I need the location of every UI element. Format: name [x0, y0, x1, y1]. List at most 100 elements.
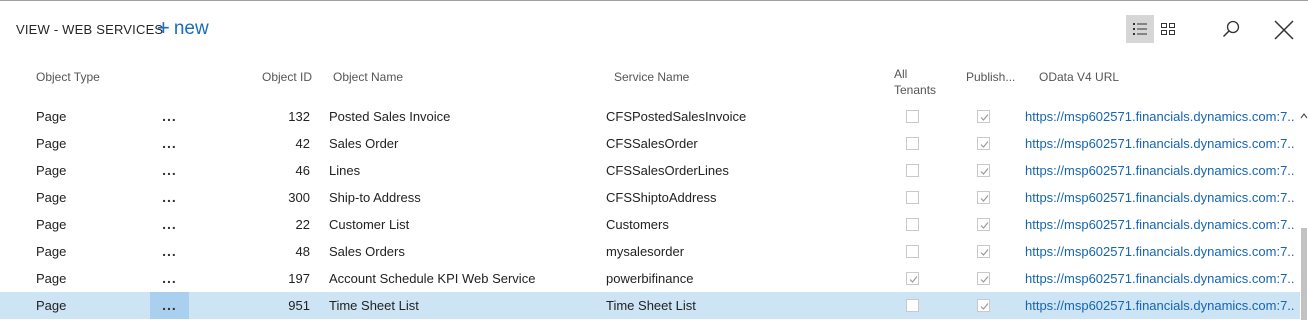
column-header-object-name[interactable]: Object Name: [333, 69, 403, 85]
cell-object-id: 197: [288, 271, 310, 286]
close-button[interactable]: [1268, 14, 1300, 46]
row-actions-button[interactable]: ...: [150, 265, 189, 292]
search-icon: [1222, 20, 1240, 38]
row-actions-button[interactable]: ...: [150, 184, 189, 211]
published-checkbox[interactable]: [977, 299, 990, 312]
published-checkbox[interactable]: [977, 191, 990, 204]
column-header-odata-url[interactable]: OData V4 URL: [1039, 69, 1119, 85]
published-checkbox[interactable]: [977, 110, 990, 123]
all-tenants-checkbox[interactable]: [906, 191, 919, 204]
cell-service-name[interactable]: mysalesorder: [606, 238, 876, 265]
cell-all-tenants: [906, 103, 920, 130]
table-row[interactable]: Page... 48 Sales Orders mysalesorder https:/…: [0, 238, 1300, 265]
cell-object-type: Page: [36, 217, 67, 232]
list-view-button[interactable]: [1126, 15, 1154, 43]
checkmark-icon: [980, 114, 989, 121]
published-checkbox[interactable]: [977, 137, 990, 150]
cell-object-type: Page: [36, 190, 67, 205]
cell-object-type: Page: [36, 271, 67, 286]
published-checkbox[interactable]: [977, 164, 990, 177]
cell-service-name[interactable]: Customers: [606, 211, 876, 238]
cell-object-name: Ship-to Address: [329, 190, 421, 205]
plus-icon: +: [157, 15, 170, 40]
table-row[interactable]: Page... 22 Customer List Customers https://m…: [0, 211, 1300, 238]
cell-object-type: Page: [36, 298, 67, 313]
column-header-all-tenants-line2: Tenants: [894, 83, 937, 97]
odata-url-link[interactable]: https://msp602571.financials.dynamics.co…: [1025, 103, 1294, 130]
row-actions-button[interactable]: ...: [150, 292, 189, 319]
row-actions-button[interactable]: ...: [150, 238, 189, 265]
checkmark-icon: [980, 276, 989, 283]
cell-object-type: Page: [36, 109, 67, 124]
column-header-published[interactable]: Publish...: [966, 69, 1015, 85]
all-tenants-checkbox[interactable]: [906, 245, 919, 258]
published-checkbox[interactable]: [977, 245, 990, 258]
cell-object-name: Customer List: [329, 217, 410, 232]
column-header-object-id[interactable]: Object ID: [262, 69, 312, 85]
vertical-scrollbar[interactable]: [1300, 103, 1308, 320]
cell-published: [977, 103, 991, 130]
scroll-up-arrow[interactable]: [1300, 108, 1308, 119]
cell-object-name: Sales Order: [329, 136, 399, 151]
cell-all-tenants: [906, 265, 920, 292]
cell-service-name[interactable]: CFSSalesOrder: [606, 130, 876, 157]
column-header-all-tenants[interactable]: All Tenants: [894, 66, 936, 98]
row-actions-button[interactable]: ...: [150, 130, 189, 157]
odata-url-link[interactable]: https://msp602571.financials.dynamics.co…: [1025, 130, 1294, 157]
column-header-object-type[interactable]: Object Type: [36, 69, 100, 85]
all-tenants-checkbox[interactable]: [906, 299, 919, 312]
published-checkbox[interactable]: [977, 218, 990, 231]
checkmark-icon: [980, 303, 989, 310]
all-tenants-checkbox[interactable]: [906, 137, 919, 150]
cell-object-id: 42: [295, 136, 310, 151]
web-services-table-body: Page... 132 Posted Sales Invoice CFSPostedS…: [0, 103, 1300, 319]
new-button[interactable]: + new: [157, 16, 209, 42]
cell-object-id: 22: [295, 217, 310, 232]
scrollbar-thumb[interactable]: [1301, 228, 1307, 320]
odata-url-link[interactable]: https://msp602571.financials.dynamics.co…: [1025, 292, 1294, 319]
row-actions-button[interactable]: ...: [150, 211, 189, 238]
table-row[interactable]: Page... 300 Ship-to Address CFSShiptoAddres…: [0, 184, 1300, 211]
all-tenants-checkbox[interactable]: [906, 164, 919, 177]
row-actions-button[interactable]: ...: [150, 157, 189, 184]
table-row[interactable]: Page... 46 Lines CFSSalesOrderLines https://…: [0, 157, 1300, 184]
table-row[interactable]: Page... 132 Posted Sales Invoice CFSPostedS…: [0, 103, 1300, 130]
checkmark-icon: [980, 249, 989, 256]
all-tenants-checkbox[interactable]: [906, 110, 919, 123]
cell-object-id: 46: [295, 163, 310, 178]
cell-object-type: Page: [36, 244, 67, 259]
all-tenants-checkbox[interactable]: [906, 218, 919, 231]
column-header-service-name[interactable]: Service Name: [614, 69, 689, 85]
cell-service-name[interactable]: powerbifinance: [606, 265, 876, 292]
cell-all-tenants: [906, 130, 920, 157]
cell-object-name: Posted Sales Invoice: [329, 109, 451, 124]
table-row[interactable]: Page... 951 Time Sheet List Time Sheet List…: [0, 292, 1300, 319]
cell-published: [977, 157, 991, 184]
odata-url-link[interactable]: https://msp602571.financials.dynamics.co…: [1025, 211, 1294, 238]
cell-service-name[interactable]: CFSPostedSalesInvoice: [606, 103, 876, 130]
cell-service-name[interactable]: CFSShiptoAddress: [606, 184, 876, 211]
new-button-label: new: [173, 18, 209, 39]
odata-url-link[interactable]: https://msp602571.financials.dynamics.co…: [1025, 238, 1294, 265]
tile-view-button[interactable]: [1154, 15, 1182, 43]
table-row[interactable]: Page... 197 Account Schedule KPI Web Servi…: [0, 265, 1300, 292]
table-row[interactable]: Page... 42 Sales Order CFSSalesOrder https:/…: [0, 130, 1300, 157]
cell-published: [977, 238, 991, 265]
cell-service-name[interactable]: CFSSalesOrderLines: [606, 157, 876, 184]
row-actions-button[interactable]: ...: [150, 103, 189, 130]
checkmark-icon: [980, 222, 989, 229]
cell-object-id: 48: [295, 244, 310, 259]
odata-url-link[interactable]: https://msp602571.financials.dynamics.co…: [1025, 157, 1294, 184]
odata-url-link[interactable]: https://msp602571.financials.dynamics.co…: [1025, 184, 1294, 211]
cell-published: [977, 292, 991, 319]
tile-view-icon: [1161, 23, 1175, 35]
published-checkbox[interactable]: [977, 272, 990, 285]
odata-url-link[interactable]: https://msp602571.financials.dynamics.co…: [1025, 265, 1294, 292]
search-button[interactable]: [1216, 15, 1246, 43]
all-tenants-checkbox[interactable]: [906, 272, 919, 285]
checkmark-icon: [980, 195, 989, 202]
cell-service-name[interactable]: Time Sheet List: [606, 292, 876, 319]
cell-published: [977, 130, 991, 157]
chevron-up-icon: [1300, 113, 1308, 119]
cell-object-id: 951: [288, 298, 310, 313]
